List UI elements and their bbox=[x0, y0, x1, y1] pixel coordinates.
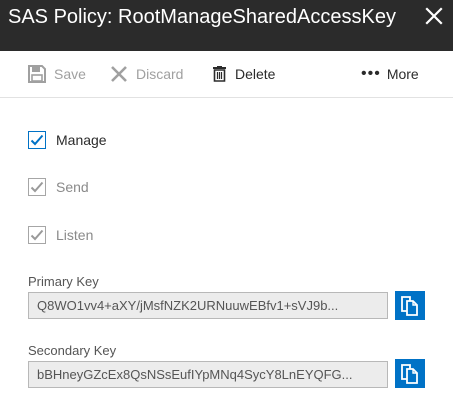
copy-primary-key-button[interactable] bbox=[395, 291, 425, 320]
discard-label: Discard bbox=[136, 66, 184, 82]
send-checkbox[interactable] bbox=[28, 178, 46, 196]
command-bar: Save Discard Delete ••• More bbox=[0, 51, 453, 98]
checkmark-icon bbox=[30, 181, 44, 193]
send-checkbox-row[interactable]: Send bbox=[28, 177, 89, 197]
listen-checkbox-row[interactable]: Listen bbox=[28, 225, 93, 245]
secondary-key-label: Secondary Key bbox=[28, 343, 117, 358]
blade-title: SAS Policy: RootManageSharedAccessKey bbox=[8, 6, 396, 28]
save-icon bbox=[28, 65, 46, 83]
primary-key-field[interactable]: Q8WO1vv4+aXY/jMsfNZK2URNuuwEBfv1+sVJ9b..… bbox=[28, 292, 388, 319]
delete-label: Delete bbox=[235, 66, 276, 82]
save-button[interactable]: Save bbox=[28, 51, 86, 97]
trash-icon bbox=[213, 66, 226, 82]
close-icon bbox=[425, 7, 443, 25]
discard-icon bbox=[111, 66, 127, 82]
secondary-key-field[interactable]: bBHneyGZcEx8QsNSsEufIYpMNq4SycY8LnEYQFG.… bbox=[28, 361, 388, 388]
copy-icon bbox=[401, 295, 418, 316]
manage-checkbox[interactable] bbox=[28, 131, 46, 149]
listen-checkbox[interactable] bbox=[28, 226, 46, 244]
save-label: Save bbox=[54, 66, 86, 82]
copy-secondary-key-button[interactable] bbox=[395, 359, 425, 388]
manage-label: Manage bbox=[56, 132, 107, 148]
more-button[interactable]: ••• More bbox=[361, 51, 419, 97]
more-icon: ••• bbox=[361, 65, 381, 82]
checkmark-icon bbox=[30, 134, 44, 146]
manage-checkbox-row[interactable]: Manage bbox=[28, 130, 107, 150]
primary-key-label: Primary Key bbox=[28, 274, 99, 289]
discard-button[interactable]: Discard bbox=[110, 51, 183, 97]
listen-label: Listen bbox=[56, 227, 94, 243]
more-label: More bbox=[386, 66, 419, 82]
copy-icon bbox=[401, 363, 418, 384]
checkmark-icon bbox=[30, 229, 44, 241]
send-label: Send bbox=[56, 179, 89, 195]
blade-header: SAS Policy: RootManageSharedAccessKey bbox=[0, 0, 453, 51]
delete-button[interactable]: Delete bbox=[212, 51, 275, 97]
close-button[interactable] bbox=[424, 6, 444, 26]
